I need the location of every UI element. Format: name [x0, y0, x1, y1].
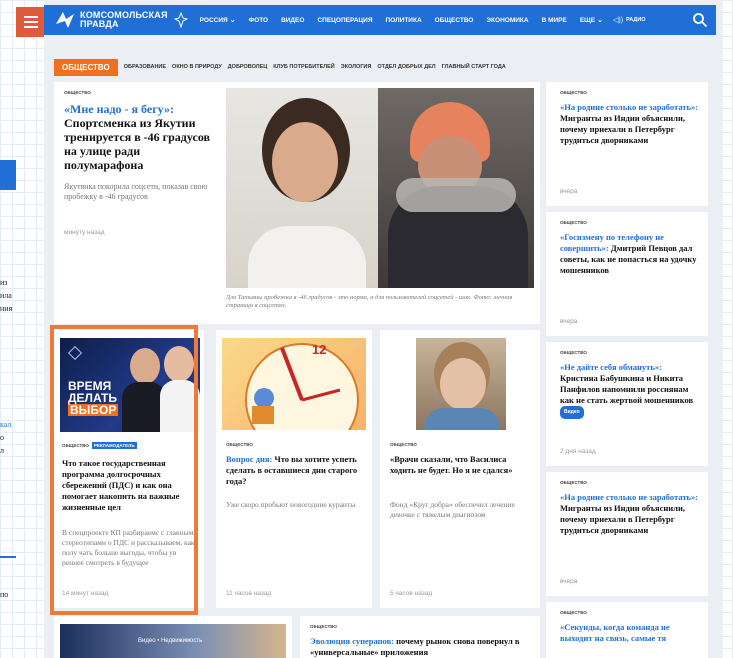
story-time: 5 часов назад [390, 590, 433, 597]
nav-item-economy[interactable]: Экономика [486, 17, 528, 24]
bottom-promo-image[interactable]: Видео • Недвижимость [60, 624, 286, 658]
nav-item-special-operation[interactable]: Спецоперация [317, 17, 372, 24]
rubric-link[interactable]: Доброволец [228, 64, 268, 70]
clock-story-card[interactable]: 12 общество Вопрос дня: Что вы хотите ус… [216, 330, 372, 608]
story-tag: общество [310, 624, 337, 629]
story-title[interactable]: «Не дайте себя обмануть»: Кристина Бабуш… [560, 362, 700, 419]
clock-illustration [245, 343, 359, 430]
nav-item-society[interactable]: Общество [435, 17, 474, 24]
story-title[interactable]: «На родине столько не заработать»: Мигра… [560, 102, 700, 146]
story-lead: Уже скоро пробьют новогодние куранты [226, 500, 356, 509]
rubric-link[interactable]: Главный старт года [442, 64, 506, 70]
clock-image[interactable]: 12 [222, 338, 366, 430]
story-title[interactable]: «На родине столько не заработать»: Мигра… [560, 492, 700, 536]
story-time: вчера [560, 578, 578, 585]
ornament-icon [173, 12, 188, 28]
nav-item-world[interactable]: В мире [542, 17, 567, 24]
left-text-fragment: из ила ния [0, 278, 13, 313]
story-time: вчера [560, 318, 578, 325]
rubric-link[interactable]: Окно в природу [172, 64, 222, 70]
radio-label: Радио [626, 17, 646, 23]
sidebar-card[interactable]: общество «Не дайте себя обмануть»: Крист… [546, 342, 708, 466]
story-tag: общество [560, 480, 587, 485]
top-navigation-bar: Комсомольская правда Россия ⌄ Фото Видео … [44, 5, 716, 35]
story-tag: общество [560, 350, 587, 355]
story-title[interactable]: «Секунды, когда команда не выходит на св… [560, 622, 700, 644]
story-photo-right[interactable] [378, 88, 534, 288]
story-title[interactable]: Вопрос дня: Что вы хотите успеть сделать… [226, 454, 366, 487]
lead-story-card[interactable]: общество «Мне надо - я бегу»: Спортсменк… [54, 82, 540, 324]
left-blue-line [0, 556, 16, 558]
main-nav: Россия ⌄ Фото Видео Спецоперация Политика… [200, 16, 603, 25]
story-title[interactable]: «Госизмену по телефону не совершить»: Дм… [560, 232, 700, 276]
story-tag: общество [390, 442, 417, 447]
girl-photo[interactable] [416, 338, 506, 430]
radio-button[interactable]: ◁)) Радио [613, 16, 646, 24]
radio-icon: ◁)) [613, 17, 624, 24]
story-time: вчера [560, 188, 578, 195]
story-title[interactable]: Эволюция суперапов: почему рынок снова п… [310, 636, 534, 658]
nav-item-photo[interactable]: Фото [249, 17, 268, 24]
left-text-fragment: по [0, 590, 9, 599]
nav-item-russia[interactable]: Россия ⌄ [200, 16, 236, 24]
story-tag: общество [560, 220, 587, 225]
logo-text[interactable]: Комсомольская правда [80, 11, 168, 29]
bottom-promo-label: Видео • Недвижимость [138, 638, 203, 644]
promo-highlight-frame [50, 325, 198, 615]
search-icon[interactable] [692, 12, 708, 28]
clock-number: 12 [312, 342, 327, 357]
story-tag: общество [560, 610, 587, 615]
story-time: 2 дня назад [560, 448, 596, 455]
rubric-link[interactable]: Экология [341, 64, 372, 70]
story-time: 11 часов назад [226, 590, 272, 597]
sidebar-card[interactable]: общество «На родине столько не заработат… [546, 82, 708, 206]
rubric-link[interactable]: Клуб потребителей [273, 64, 334, 70]
logo-icon[interactable] [54, 10, 76, 30]
story-lead: Якутянка покорила соцсети, показав свою … [64, 182, 208, 201]
nav-item-video[interactable]: Видео [281, 17, 304, 24]
story-title[interactable]: «Мне надо - я бегу»: Спортсменка из Якут… [64, 102, 214, 172]
rubric-society-tab[interactable]: Общество [54, 58, 118, 76]
photo-caption: Для Татьяны пробежка в -46 градусов - эт… [226, 294, 513, 309]
story-lead: Фонд «Круг добра» обеспечил лечение дево… [390, 500, 515, 519]
sidebar-card[interactable]: общество «На родине столько не заработат… [546, 472, 708, 596]
video-badge[interactable]: Видео [560, 406, 584, 419]
bottom-story-card[interactable]: общество Эволюция суперапов: почему рыно… [300, 616, 540, 658]
story-title[interactable]: «Врачи сказали, что Василиса ходить не б… [390, 454, 530, 476]
nav-item-more[interactable]: Еще ⌄ [580, 16, 603, 24]
rubric-nav: Общество Образование Окно в природу Добр… [54, 58, 506, 76]
hamburger-menu-button[interactable] [16, 7, 46, 37]
page: Комсомольская правда Россия ⌄ Фото Видео … [44, 0, 723, 658]
rubric-link[interactable]: Отдел добрых дел [377, 64, 435, 70]
sidebar-card[interactable]: общество «Госизмену по телефону не совер… [546, 212, 708, 336]
story-time: минуту назад [64, 229, 105, 236]
story-photo-left[interactable] [226, 88, 378, 288]
story-tag: общество [226, 442, 253, 447]
rubric-link[interactable]: Образование [124, 64, 166, 70]
left-blue-bar [0, 160, 16, 190]
girl-story-card[interactable]: общество «Врачи сказали, что Василиса хо… [380, 330, 540, 608]
left-text-fragment: кал о л [0, 420, 12, 455]
nav-item-politics[interactable]: Политика [386, 17, 422, 24]
sidebar-card[interactable]: общество «Секунды, когда команда не выхо… [546, 602, 708, 658]
story-tag: общество [64, 90, 91, 95]
bottom-promo-card[interactable]: Видео • Недвижимость [54, 616, 292, 658]
story-tag: общество [560, 90, 587, 95]
